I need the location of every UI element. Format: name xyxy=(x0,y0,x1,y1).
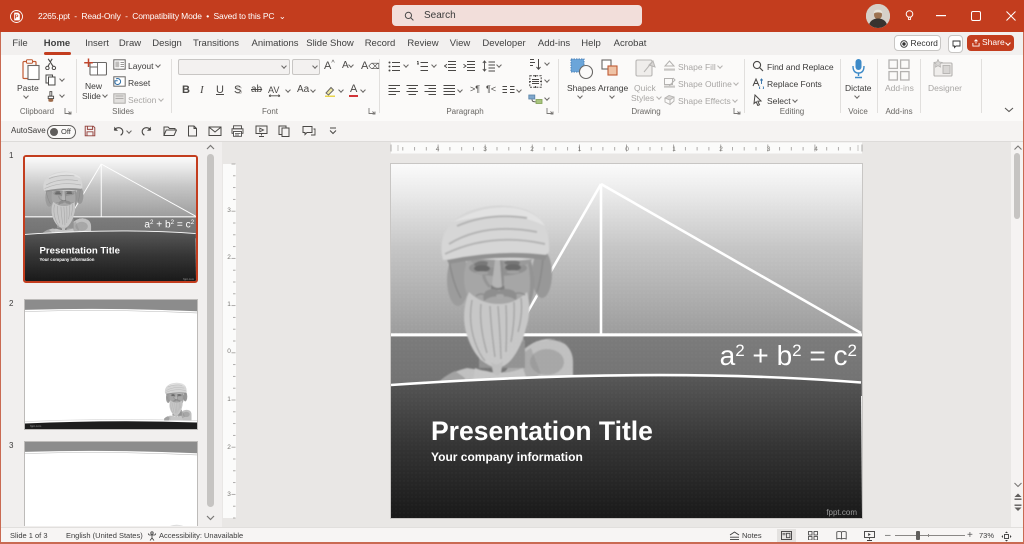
svg-text:1: 1 xyxy=(227,396,231,403)
svg-text:3: 3 xyxy=(483,146,487,153)
svg-text:1: 1 xyxy=(672,146,676,153)
svg-text:2: 2 xyxy=(227,254,231,261)
svg-text:AV: AV xyxy=(268,85,279,95)
svg-text:1: 1 xyxy=(227,301,231,308)
svg-text:0: 0 xyxy=(625,146,629,153)
svg-text:P: P xyxy=(15,15,19,21)
svg-text:1: 1 xyxy=(578,146,582,153)
svg-text:3: 3 xyxy=(227,491,231,498)
svg-text:4: 4 xyxy=(814,146,818,153)
svg-text:2: 2 xyxy=(227,444,231,451)
svg-text:3: 3 xyxy=(227,207,231,214)
svg-text:3: 3 xyxy=(767,146,771,153)
svg-text:4: 4 xyxy=(436,146,440,153)
svg-text:0: 0 xyxy=(227,348,231,355)
svg-text:2: 2 xyxy=(719,146,723,153)
svg-text:2: 2 xyxy=(530,146,534,153)
